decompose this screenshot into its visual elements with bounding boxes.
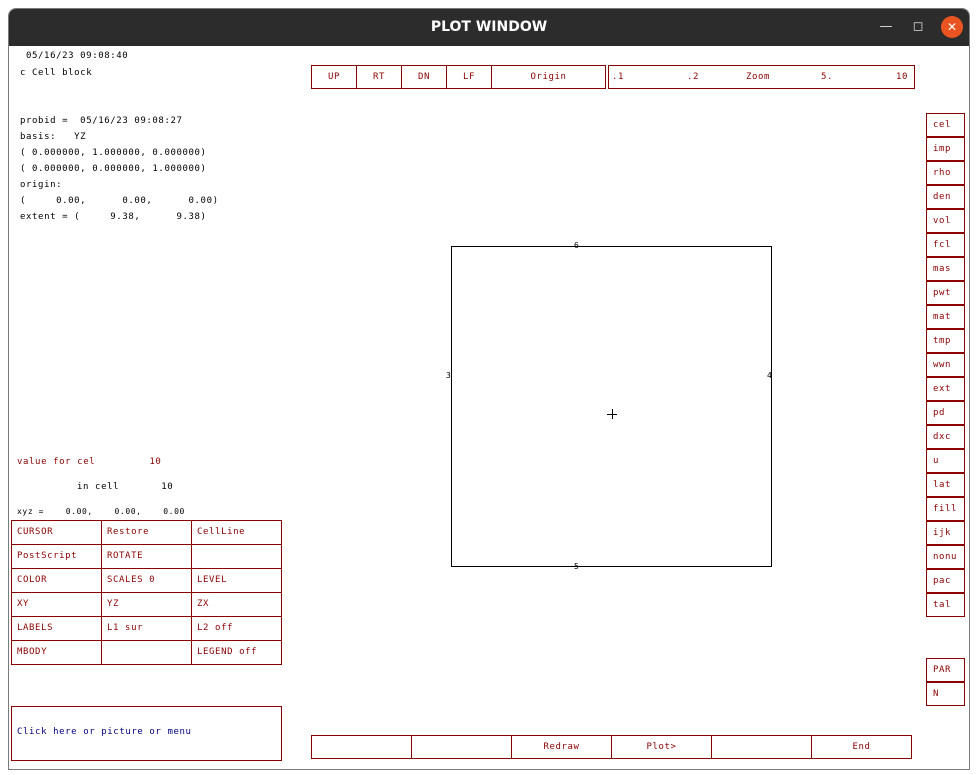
basis-line: basis: YZ [20,132,87,142]
sidebar-item-par[interactable]: PAR [926,658,965,682]
pan-right-button[interactable]: RT [356,65,402,89]
title-comment: c Cell block [20,68,93,78]
pan-down-button[interactable]: DN [401,65,447,89]
bottom-button-5[interactable] [711,735,812,759]
origin-label: origin: [20,180,63,190]
label2-button[interactable]: L2 off [191,616,282,641]
pan-left-button[interactable]: LF [446,65,492,89]
sidebar-item-wwn[interactable]: wwn [926,353,965,377]
window-title: PLOT WINDOW [430,19,548,35]
bottom-button-2[interactable] [411,735,512,759]
redraw-button[interactable]: Redraw [511,735,612,759]
minimize-icon[interactable]: — [875,16,897,38]
in-cell-readout: in cell 10 [77,482,174,492]
close-icon[interactable]: ✕ [941,16,963,38]
xy-view-button[interactable]: XY [11,592,102,617]
zoom-label: Zoom [746,72,771,82]
yz-view-button[interactable]: YZ [101,592,192,617]
maximize-icon[interactable]: ◻ [907,16,929,38]
labels-button[interactable]: LABELS [11,616,102,641]
sidebar-item-cel[interactable]: cel [926,113,965,137]
geometry-plot-frame[interactable] [451,246,772,567]
postscript-button[interactable]: PostScript [11,544,102,569]
pan-up-button[interactable]: UP [311,65,357,89]
cellline-button[interactable]: CellLine [191,520,282,545]
sidebar-item-fcl[interactable]: fcl [926,233,965,257]
prompt-text: Click here or picture or menu [17,727,192,737]
sidebar-item-tmp[interactable]: tmp [926,329,965,353]
zoom-10[interactable]: 10 [896,72,908,83]
mbody-button[interactable]: MBODY [11,640,102,665]
sidebar-item-dxc[interactable]: dxc [926,425,965,449]
zoom-0-1[interactable]: .1 [612,72,624,83]
zx-view-button[interactable]: ZX [191,592,282,617]
sidebar-item-fill[interactable]: fill [926,497,965,521]
legend-button[interactable]: LEGEND off [191,640,282,665]
bottom-button-1[interactable] [311,735,412,759]
value-for-cell: value for cel 10 [17,457,162,467]
plot-button[interactable]: Plot> [611,735,712,759]
sidebar-item-lat[interactable]: lat [926,473,965,497]
color-button[interactable]: COLOR [11,568,102,593]
surface-label-left: 3 [446,371,451,380]
zoom-0-2[interactable]: .2 [687,72,699,83]
cursor-button[interactable]: CURSOR [11,520,102,545]
surface-label-top: 6 [574,241,579,250]
sidebar-item-den[interactable]: den [926,185,965,209]
empty-menu-cell-2[interactable] [101,640,192,665]
sidebar-item-mas[interactable]: mas [926,257,965,281]
basis-vector-1: ( 0.000000, 1.000000, 0.000000) [20,148,207,158]
sidebar-item-pac[interactable]: pac [926,569,965,593]
xyz-readout: xyz = 0.00, 0.00, 0.00 [17,507,185,516]
probid-line: probid = 05/16/23 09:08:27 [20,116,183,126]
sidebar-item-ext[interactable]: ext [926,377,965,401]
sidebar-item-nonu[interactable]: nonu [926,545,965,569]
end-button[interactable]: End [811,735,912,759]
surface-label-right: 4 [767,371,772,380]
plot-window: PLOT WINDOW — ◻ ✕ 05/16/23 09:08:40 c Ce… [8,8,970,770]
zoom-5[interactable]: 5. [821,72,833,83]
origin-crosshair-icon-vertical [612,409,613,419]
sidebar-item-tal[interactable]: tal [926,593,965,617]
sidebar-item-pd[interactable]: pd [926,401,965,425]
plot-canvas[interactable]: 05/16/23 09:08:40 c Cell block probid = … [9,46,969,769]
sidebar-item-ijk[interactable]: ijk [926,521,965,545]
sidebar-item-mat[interactable]: mat [926,305,965,329]
sidebar-item-rho[interactable]: rho [926,161,965,185]
timestamp: 05/16/23 09:08:40 [26,51,129,61]
sidebar-item-n[interactable]: N [926,682,965,706]
rotate-button[interactable]: ROTATE [101,544,192,569]
sidebar-item-vol[interactable]: vol [926,209,965,233]
title-bar[interactable]: PLOT WINDOW — ◻ ✕ [9,9,969,46]
extent-line: extent = ( 9.38, 9.38) [20,212,207,222]
origin-button[interactable]: Origin [491,65,606,89]
scales-button[interactable]: SCALES 0 [101,568,192,593]
sidebar-item-u[interactable]: u [926,449,965,473]
basis-vector-2: ( 0.000000, 0.000000, 1.000000) [20,164,207,174]
origin-value: ( 0.00, 0.00, 0.00) [20,196,219,206]
restore-button[interactable]: Restore [101,520,192,545]
empty-menu-cell-1[interactable] [191,544,282,569]
level-button[interactable]: LEVEL [191,568,282,593]
sidebar-item-imp[interactable]: imp [926,137,965,161]
sidebar-item-pwt[interactable]: pwt [926,281,965,305]
surface-label-bottom: 5 [574,562,579,571]
label1-button[interactable]: L1 sur [101,616,192,641]
